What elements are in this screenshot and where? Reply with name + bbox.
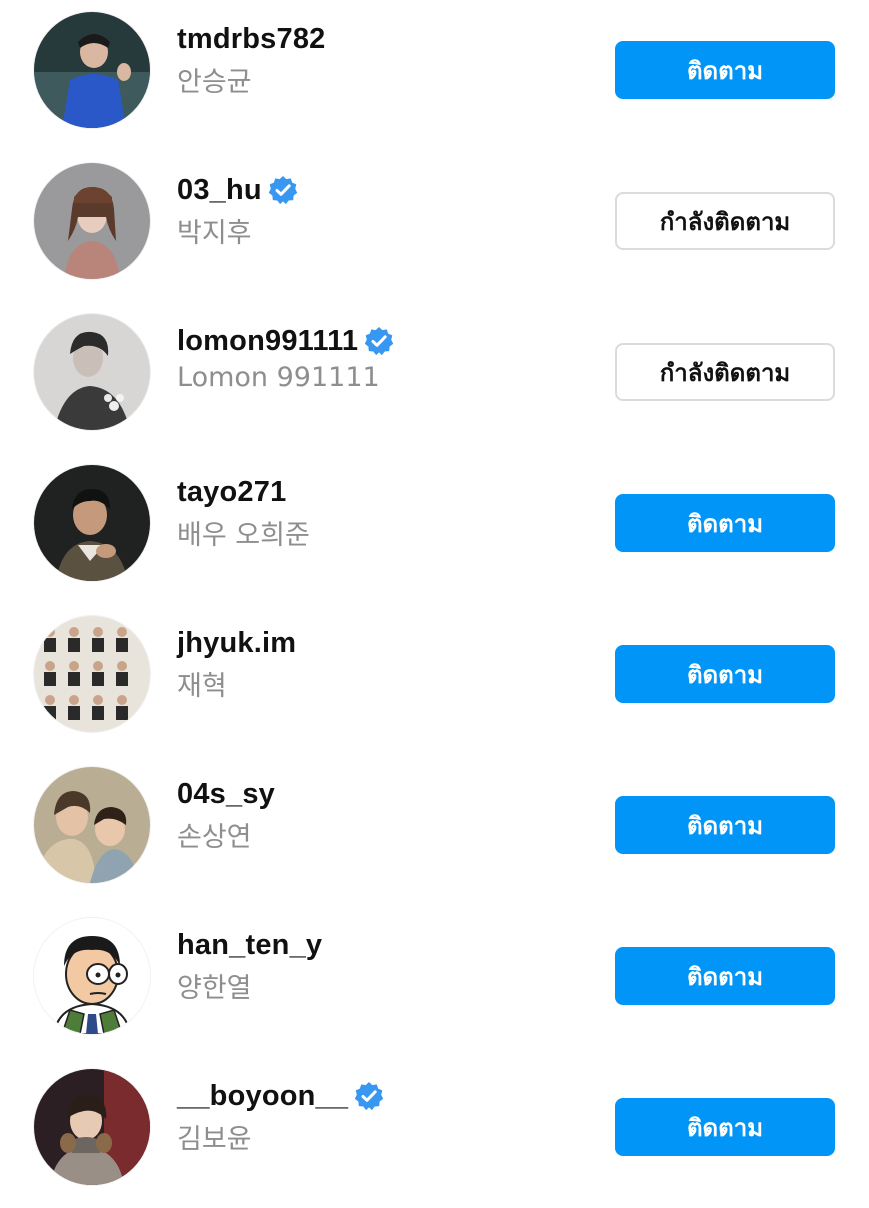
- verified-badge-icon: [268, 175, 298, 205]
- username[interactable]: __boyoon__: [177, 1080, 348, 1113]
- list-item[interactable]: tmdrbs782 안승균 ติดตาม: [0, 0, 869, 151]
- avatar[interactable]: [34, 918, 150, 1034]
- username[interactable]: jhyuk.im: [177, 627, 296, 660]
- full-name: 김보윤: [177, 1124, 252, 1155]
- avatar[interactable]: [34, 12, 150, 128]
- username[interactable]: tmdrbs782: [177, 23, 325, 56]
- list-item[interactable]: 03_hu 박지후 กำลังติดตาม: [0, 151, 869, 302]
- account-list: tmdrbs782 안승균 ติดตาม 03_hu 박지후 กำลังติดต…: [0, 0, 869, 1200]
- list-item[interactable]: lomon991111 Lomon 991111 กำลังติดตาม: [0, 302, 869, 453]
- username[interactable]: 03_hu: [177, 174, 262, 207]
- verified-badge-icon: [364, 326, 394, 356]
- full-name: 손상연: [177, 822, 252, 853]
- follow-button[interactable]: ติดตาม: [615, 494, 835, 552]
- following-button[interactable]: กำลังติดตาม: [615, 343, 835, 401]
- follow-button[interactable]: ติดตาม: [615, 41, 835, 99]
- avatar[interactable]: [34, 314, 150, 430]
- follow-button[interactable]: ติดตาม: [615, 947, 835, 1005]
- follow-button[interactable]: ติดตาม: [615, 645, 835, 703]
- username[interactable]: 04s_sy: [177, 778, 275, 811]
- list-item[interactable]: jhyuk.im 재혁 ติดตาม: [0, 604, 869, 755]
- list-item[interactable]: 04s_sy 손상연 ติดตาม: [0, 755, 869, 906]
- list-item[interactable]: han_ten_y 양한열 ติดตาม: [0, 906, 869, 1057]
- avatar[interactable]: [34, 465, 150, 581]
- username[interactable]: han_ten_y: [177, 929, 322, 962]
- full-name: Lomon 991111: [177, 362, 380, 393]
- avatar[interactable]: [34, 767, 150, 883]
- full-name: 재혁: [177, 671, 227, 702]
- avatar[interactable]: [34, 616, 150, 732]
- full-name: 양한열: [177, 973, 252, 1004]
- username[interactable]: lomon991111: [177, 325, 358, 358]
- follow-button[interactable]: ติดตาม: [615, 1098, 835, 1156]
- avatar[interactable]: [34, 163, 150, 279]
- follow-button[interactable]: ติดตาม: [615, 796, 835, 854]
- username[interactable]: tayo271: [177, 476, 286, 509]
- full-name: 박지후: [177, 218, 252, 249]
- following-button[interactable]: กำลังติดตาม: [615, 192, 835, 250]
- full-name: 안승균: [177, 67, 252, 98]
- verified-badge-icon: [354, 1081, 384, 1111]
- avatar[interactable]: [34, 1069, 150, 1185]
- full-name: 배우 오희준: [177, 520, 310, 551]
- list-item[interactable]: __boyoon__ 김보윤 ติดตาม: [0, 1057, 869, 1208]
- list-item[interactable]: tayo271 배우 오희준 ติดตาม: [0, 453, 869, 604]
